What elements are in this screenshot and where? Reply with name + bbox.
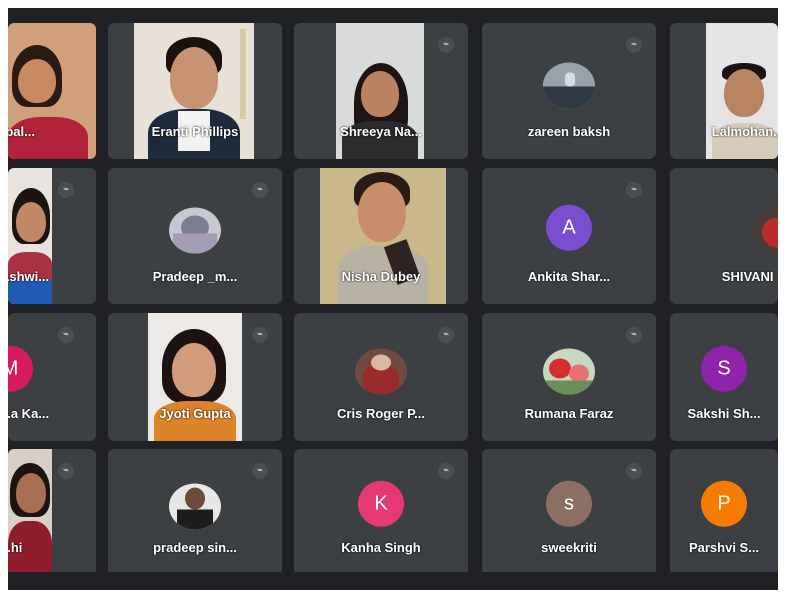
muted-mic-icon: ⌁: [438, 327, 454, 343]
participant-video: [8, 449, 52, 575]
profile-photo: [169, 483, 221, 530]
profile-photo: [169, 207, 221, 254]
participant-tile[interactable]: ⌁ Jyoti Gupta: [108, 313, 282, 441]
participant-avatar: P: [701, 480, 747, 527]
participant-name: Ankita Shar...: [527, 269, 611, 284]
participant-tile[interactable]: K ⌁ Kanha Singh: [294, 449, 468, 575]
participant-avatar: S: [701, 345, 747, 392]
participant-tile[interactable]: ⌁ ...hi: [8, 449, 96, 575]
participant-tile[interactable]: Eranti Phillips: [108, 23, 282, 159]
participant-avatar: s: [546, 480, 592, 527]
participant-tile[interactable]: ⌁ Rumana Faraz: [482, 313, 656, 441]
participant-tile[interactable]: M ⌁ ...a Ka...: [8, 313, 96, 441]
participant-name: Cris Roger P...: [337, 406, 425, 421]
participant-name: Rupal...: [8, 124, 35, 139]
muted-mic-icon: ⌁: [58, 182, 74, 198]
participant-tile[interactable]: ⌁ Cris Roger P...: [294, 313, 468, 441]
participant-name: Jyoti Gupta: [159, 406, 231, 421]
muted-mic-icon: ⌁: [58, 463, 74, 479]
participant-tile[interactable]: ⌁ Pradeep _m...: [108, 168, 282, 304]
participant-name: SHIVANI ...: [721, 269, 778, 284]
participant-avatar: K: [358, 480, 404, 527]
muted-mic-icon: ⌁: [626, 182, 642, 198]
participant-name: Shreeya Na...: [340, 124, 422, 139]
profile-photo: [543, 348, 595, 395]
participant-tile[interactable]: Rupal...: [8, 23, 96, 159]
muted-mic-icon: ⌁: [626, 463, 642, 479]
participant-name: Eranti Phillips: [151, 124, 239, 139]
participant-name: zareen baksh: [527, 124, 611, 139]
participant-name: Kanha Singh: [341, 540, 421, 555]
muted-mic-icon: ⌁: [626, 37, 642, 53]
muted-mic-icon: ⌁: [438, 463, 454, 479]
participant-video: [148, 313, 242, 441]
participant-name: Ashwi...: [8, 269, 50, 284]
profile-photo: [754, 207, 778, 254]
participant-name: Lalmohan...: [711, 124, 778, 139]
participant-name: Rumana Faraz: [524, 406, 614, 421]
participant-avatar: A: [546, 204, 592, 251]
participant-tile[interactable]: Lalmohan...: [670, 23, 778, 159]
participant-tile[interactable]: Nisha Dubey: [294, 168, 468, 304]
muted-mic-icon: ⌁: [626, 327, 642, 343]
meeting-grid-view: Rupal... Eranti Phillips ⌁ Shreeya Na...: [8, 8, 778, 590]
participant-tile[interactable]: ⌁ zareen baksh: [482, 23, 656, 159]
profile-photo: [355, 348, 407, 395]
participant-tile[interactable]: s ⌁ sweekriti: [482, 449, 656, 575]
bottom-bar: [8, 572, 778, 590]
participant-name: Parshvi S...: [688, 540, 760, 555]
muted-mic-icon: ⌁: [252, 327, 268, 343]
participant-name: pradeep sin...: [153, 540, 237, 555]
muted-mic-icon: ⌁: [438, 37, 454, 53]
participant-tile[interactable]: P Parshvi S...: [670, 449, 778, 575]
muted-mic-icon: ⌁: [252, 182, 268, 198]
participant-tile[interactable]: S Sakshi Sh...: [670, 313, 778, 441]
participant-name: Sakshi Sh...: [687, 406, 761, 421]
participant-tile[interactable]: ⌁ pradeep sin...: [108, 449, 282, 575]
participant-tile[interactable]: SHIVANI ...: [670, 168, 778, 304]
participant-tile[interactable]: ⌁ Shreeya Na...: [294, 23, 468, 159]
muted-mic-icon: ⌁: [252, 463, 268, 479]
participant-tile[interactable]: ⌁ Ashwi...: [8, 168, 96, 304]
participant-avatar: M: [8, 345, 33, 392]
profile-photo: [543, 62, 595, 109]
participant-name: Pradeep _m...: [152, 269, 238, 284]
participant-tile[interactable]: A ⌁ Ankita Shar...: [482, 168, 656, 304]
participant-name: ...hi: [8, 540, 23, 555]
participant-name: Nisha Dubey: [341, 269, 421, 284]
participant-name: sweekriti: [541, 540, 597, 555]
muted-mic-icon: ⌁: [58, 327, 74, 343]
participant-name: ...a Ka...: [8, 406, 50, 421]
participant-grid: Rupal... Eranti Phillips ⌁ Shreeya Na...: [8, 8, 778, 590]
